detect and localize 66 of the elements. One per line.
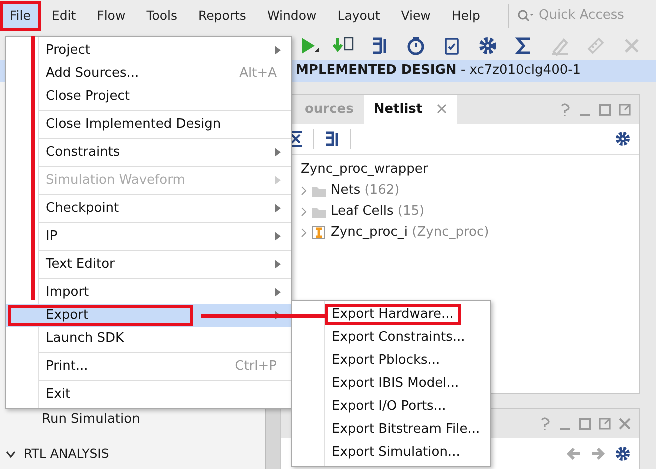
menu-item[interactable]: File bbox=[0, 0, 41, 32]
menu-item[interactable]: IP bbox=[6, 225, 291, 248]
back-icon[interactable] bbox=[567, 448, 581, 460]
menu-item[interactable]: View bbox=[391, 0, 441, 32]
section-heading[interactable]: RTL ANALYSIS bbox=[24, 445, 110, 464]
panel-tab[interactable]: Netlist bbox=[364, 94, 457, 124]
close-icon[interactable] bbox=[619, 416, 631, 430]
menu-item[interactable]: Export Pblocks... bbox=[292, 349, 490, 372]
menu-item[interactable]: Project bbox=[6, 39, 291, 62]
menu-item[interactable]: Close Project bbox=[6, 85, 291, 108]
menu-item[interactable]: Export IBIS Model... bbox=[292, 372, 490, 395]
menu-item[interactable]: Exit bbox=[6, 383, 291, 406]
settings-icon[interactable] bbox=[615, 131, 631, 147]
menu-item[interactable]: Reports bbox=[188, 0, 256, 32]
maximize-icon[interactable] bbox=[579, 416, 591, 430]
stopwatch-icon[interactable] bbox=[405, 35, 427, 57]
menu-item[interactable]: Export Simulation... bbox=[292, 441, 490, 464]
expand-icon[interactable] bbox=[301, 186, 307, 196]
menu-item[interactable]: Export I/O Ports... bbox=[292, 395, 490, 418]
menu-item[interactable]: Close Implemented Design bbox=[6, 113, 291, 136]
menu-item[interactable]: Export bbox=[6, 304, 291, 327]
menu-item[interactable]: Window bbox=[257, 0, 327, 32]
design-title: MPLEMENTED DESIGN - xc7z010clg400-1 bbox=[296, 62, 582, 80]
menu-item[interactable]: Launch SDK bbox=[6, 327, 291, 350]
close-icon[interactable] bbox=[436, 104, 447, 114]
collapse-icon[interactable] bbox=[289, 131, 303, 147]
help-icon[interactable] bbox=[539, 416, 551, 430]
float-icon[interactable] bbox=[619, 102, 631, 116]
submenu-arrow-icon bbox=[275, 288, 281, 297]
search-field[interactable]: Quick Access bbox=[539, 6, 649, 26]
tree-item[interactable]: Zync_proc_i (Zync_proc) bbox=[331, 222, 490, 242]
tree-item[interactable]: Leaf Cells (15) bbox=[331, 202, 425, 222]
expand-icon[interactable] bbox=[301, 206, 307, 216]
expand-icon[interactable] bbox=[301, 228, 307, 238]
menu-item[interactable]: Constraints bbox=[6, 141, 291, 164]
help-icon[interactable] bbox=[559, 102, 571, 116]
maximize-icon[interactable] bbox=[599, 102, 611, 116]
search-icon bbox=[517, 9, 535, 23]
menu-item[interactable]: Export Constraints... bbox=[292, 326, 490, 349]
menu-item[interactable]: Add Sources... Alt+A bbox=[6, 62, 291, 85]
menu-item[interactable]: Print... Ctrl+P bbox=[6, 355, 291, 378]
submenu-arrow-icon bbox=[275, 260, 281, 269]
menu-item[interactable]: Help bbox=[442, 0, 490, 32]
chevron-icon[interactable] bbox=[6, 450, 16, 459]
forward-icon[interactable] bbox=[591, 448, 605, 460]
tree-item[interactable]: Nets (162) bbox=[331, 180, 400, 200]
menu-item[interactable]: Checkpoint bbox=[6, 197, 291, 220]
route-icon[interactable] bbox=[324, 131, 340, 147]
submenu-arrow-icon bbox=[275, 148, 281, 157]
float-icon[interactable] bbox=[599, 416, 611, 430]
menu-item[interactable]: Text Editor bbox=[6, 253, 291, 276]
submenu-arrow-icon bbox=[275, 46, 281, 55]
submenu-arrow-icon bbox=[275, 232, 281, 241]
flow-step[interactable]: Run Simulation bbox=[0, 410, 140, 430]
cell-icon bbox=[311, 226, 327, 240]
settings-icon[interactable] bbox=[615, 446, 631, 462]
menu-item[interactable]: Layout bbox=[328, 0, 390, 32]
settings-icon[interactable] bbox=[477, 35, 499, 57]
menu-item[interactable]: Edit bbox=[42, 0, 86, 32]
submenu-arrow-icon bbox=[275, 204, 281, 213]
submenu-arrow-icon bbox=[275, 176, 281, 185]
tree-item[interactable]: Zync_proc_wrapper bbox=[301, 160, 428, 180]
menu-item[interactable]: Tools bbox=[136, 0, 188, 32]
menu-item[interactable]: Flow bbox=[87, 0, 136, 32]
menu-item[interactable]: Import bbox=[6, 281, 291, 304]
menu-item[interactable]: Export Bitstream File... bbox=[292, 418, 490, 441]
